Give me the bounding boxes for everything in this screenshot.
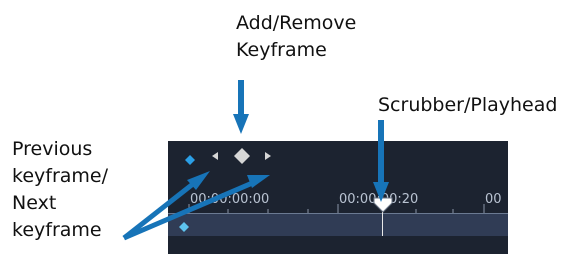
callout-line: Add/Remove bbox=[236, 12, 357, 34]
scrubber-playhead-callout: Scrubber/Playhead bbox=[378, 92, 557, 119]
track-keyframe-icon[interactable] bbox=[179, 217, 189, 232]
callout-line: Keyframe bbox=[236, 39, 327, 61]
diamond-icon bbox=[234, 148, 250, 164]
add-remove-keyframe-button[interactable] bbox=[233, 147, 251, 165]
next-keyframe-button[interactable] bbox=[261, 148, 275, 162]
keyframe-track[interactable] bbox=[168, 214, 508, 236]
keyframe-indicator-icon bbox=[185, 150, 195, 165]
previous-next-keyframe-callout: Previous keyframe/ Next keyframe bbox=[12, 136, 108, 244]
callout-line: keyframe bbox=[12, 219, 102, 241]
time-ruler-ticks bbox=[188, 204, 485, 213]
add-remove-keyframe-callout: Add/Remove Keyframe bbox=[236, 10, 356, 64]
triangle-right-icon bbox=[265, 152, 271, 160]
triangle-left-icon bbox=[212, 152, 218, 160]
callout-line: Previous bbox=[12, 138, 93, 160]
callout-line: Next bbox=[12, 192, 57, 214]
playhead-marker-icon[interactable] bbox=[373, 197, 393, 213]
arrow-to-add-remove bbox=[233, 80, 249, 134]
callout-line: Scrubber/Playhead bbox=[378, 94, 558, 116]
previous-keyframe-button[interactable] bbox=[208, 148, 222, 162]
callout-line: keyframe/ bbox=[12, 165, 109, 187]
